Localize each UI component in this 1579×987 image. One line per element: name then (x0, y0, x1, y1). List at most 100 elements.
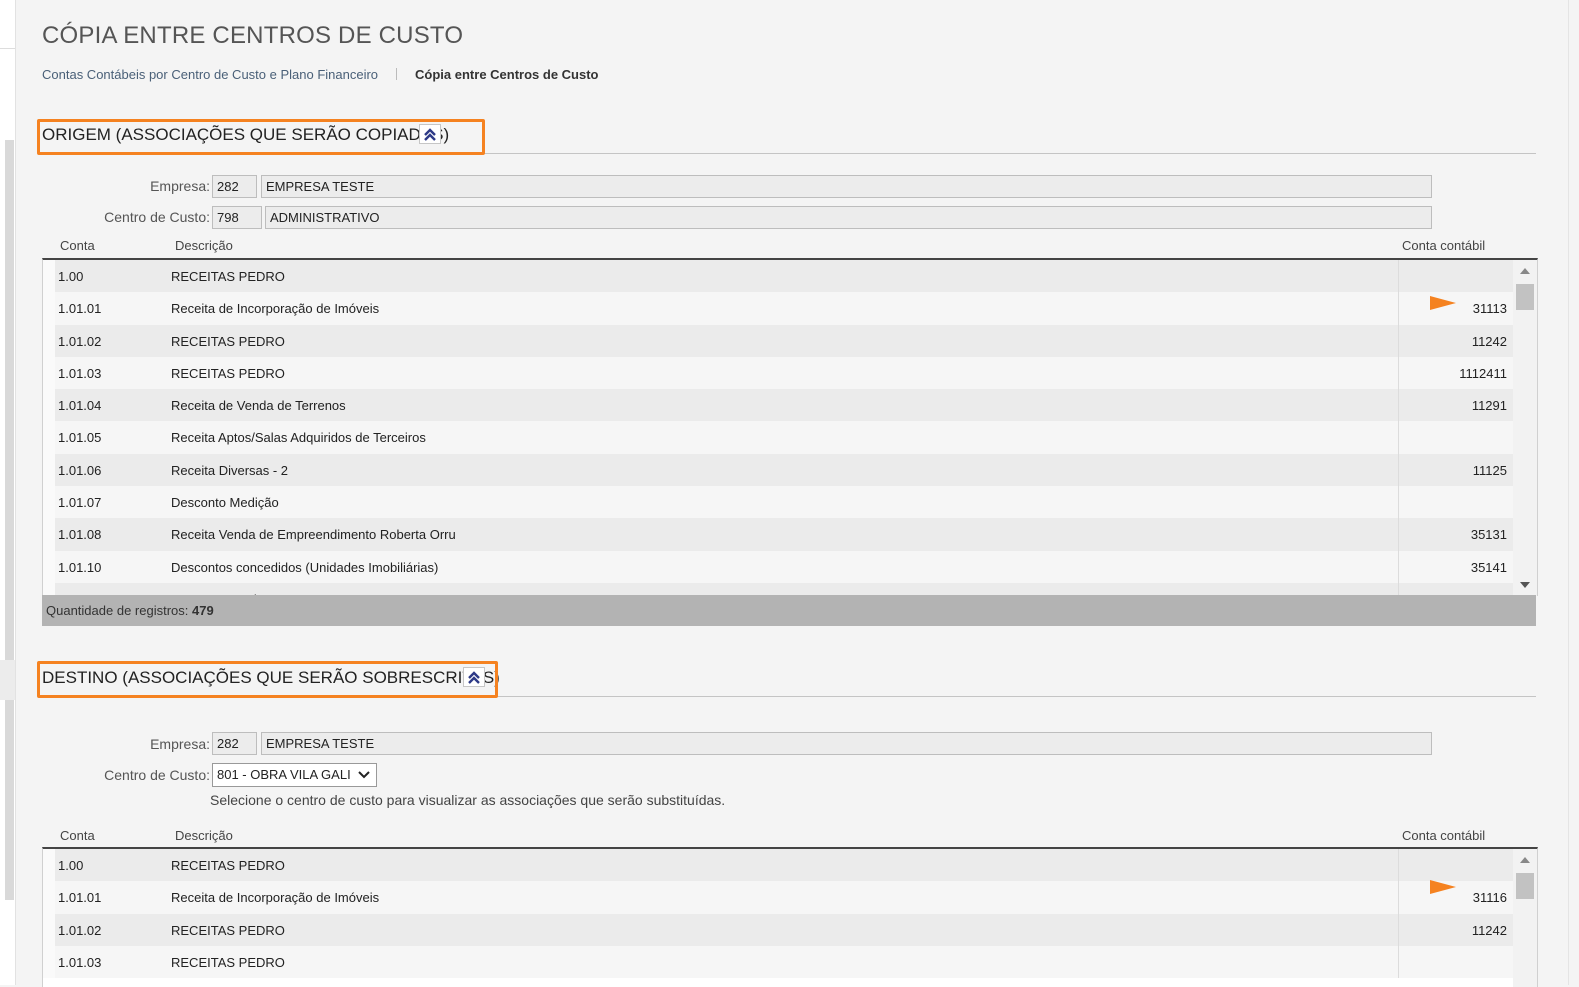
origem-empresa-code-field: 282 (212, 175, 257, 198)
row-indicator (43, 849, 55, 882)
destino-col-descricao[interactable]: Descrição (175, 828, 233, 843)
row-indicator (43, 945, 55, 979)
breadcrumb-current: Cópia entre Centros de Custo (415, 67, 599, 82)
column-divider (1398, 389, 1399, 422)
origem-rows: 1.00 RECEITAS PEDRO 1.01.01 Receita de Inco… (43, 260, 1537, 596)
column-divider (1398, 453, 1399, 487)
breadcrumb: Contas Contábeis por Centro de Custo e P… (42, 67, 599, 82)
cell-conta-contabil: 11125 (1472, 462, 1507, 478)
cell-conta: 1.01.10 (58, 559, 102, 575)
origem-col-conta[interactable]: Conta (60, 238, 95, 253)
table-row[interactable]: 1.01.03 RECEITAS PEDRO 1112411 (43, 356, 1537, 390)
destino-arrow-pointer-icon (1430, 880, 1456, 894)
destino-empresa-code-field: 282 (212, 732, 257, 755)
cell-descricao: Receita de Incorporação de Imóveis (171, 301, 380, 317)
table-row[interactable]: 1.00 RECEITAS PEDRO (43, 260, 1537, 293)
destino-col-conta[interactable]: Conta (60, 828, 95, 843)
destino-centro-selected-value: 801 - OBRA VILA GALI (217, 767, 351, 782)
origem-col-descricao[interactable]: Descrição (175, 238, 233, 253)
destino-empresa-label: Empresa: (150, 736, 210, 752)
table-row[interactable]: 1.01.03 RECEITAS PEDRO (43, 945, 1537, 979)
cell-conta: 1.01.08 (58, 527, 102, 543)
cell-conta: 1.01.05 (58, 430, 102, 446)
row-indicator (43, 324, 55, 357)
origem-highlight-frame (37, 119, 485, 155)
cell-conta-contabil: 11291 (1471, 398, 1507, 414)
destino-grid: 1.00 RECEITAS PEDRO 1.01.01 Receita de Inco… (42, 847, 1538, 987)
table-row[interactable]: 1.01.04 Receita de Venda de Terrenos 11291 (43, 389, 1537, 422)
scroll-thumb[interactable] (1516, 873, 1534, 899)
cell-conta-contabil: 1112411 (1459, 365, 1507, 381)
table-row[interactable]: 1.01.07 Desconto Medição (43, 486, 1537, 519)
table-row[interactable]: 1.01.08 Receita Venda de Empreendimento R… (43, 518, 1537, 551)
cell-conta: 1.01.03 (58, 365, 102, 381)
row-indicator (43, 389, 55, 422)
cell-descricao: Desconto Medição (171, 495, 279, 511)
sidebar-divider (0, 48, 15, 49)
cell-descricao: Receita Aptos/Salas Adquiridos de Tercei… (171, 430, 426, 446)
scroll-up-icon[interactable] (1520, 268, 1530, 274)
origem-col-conta-contabil[interactable]: Conta contábil (1402, 238, 1485, 253)
cell-conta-contabil: 11242 (1471, 922, 1507, 938)
column-divider (1398, 945, 1399, 979)
cell-conta: 1.00 (58, 269, 84, 284)
cell-conta: 1.00 (58, 858, 84, 873)
cell-descricao: RECEITAS PEDRO (171, 858, 285, 873)
cell-conta: 1.01.06 (58, 462, 102, 478)
cell-conta: 1.01.07 (58, 495, 102, 511)
cell-conta-contabil: 11242 (1471, 333, 1507, 349)
cell-conta-contabil: 35141 (1470, 559, 1507, 575)
row-indicator (43, 292, 55, 325)
table-row[interactable]: 1.01.01 Receita de Incorporação de Imóvei… (43, 881, 1537, 914)
cell-descricao: Receita Diversas - 2 (171, 462, 289, 478)
table-row[interactable]: 1.00 RECEITAS PEDRO (43, 849, 1537, 882)
table-row[interactable]: 1.01.05 Receita Aptos/Salas Adquiridos de… (43, 421, 1537, 454)
row-indicator (43, 550, 55, 583)
cell-descricao: Receita de Incorporação de Imóveis (171, 890, 380, 906)
table-row[interactable]: 1.01.06 Receita Diversas - 2 11125 (43, 453, 1537, 487)
column-divider (1398, 486, 1399, 519)
cell-conta-contabil: 35131 (1470, 527, 1507, 543)
cell-conta: 1.01.01 (58, 890, 102, 906)
destino-highlight-frame (37, 661, 498, 698)
destino-col-conta-contabil[interactable]: Conta contábil (1402, 828, 1485, 843)
scroll-down-icon[interactable] (1520, 582, 1530, 588)
cell-descricao: RECEITAS PEDRO (171, 333, 285, 349)
cell-conta: 1.01.02 (58, 333, 102, 349)
origem-footer: Quantidade de registros: 479 (42, 595, 1536, 626)
right-divider (1568, 0, 1569, 985)
cell-conta: 1.01.01 (58, 301, 102, 317)
origem-empresa-name-field: EMPRESA TESTE (261, 175, 1432, 198)
cell-descricao: RECEITAS PEDRO (171, 954, 285, 970)
sidebar-scrollbar[interactable] (5, 140, 14, 900)
table-row[interactable]: 1.01.10 Descontos concedidos (Unidades Im… (43, 550, 1537, 583)
table-row[interactable]: 1.01.02 RECEITAS PEDRO 11242 (43, 324, 1537, 357)
column-divider (1398, 881, 1399, 914)
origem-centro-label: Centro de Custo: (104, 209, 210, 225)
cell-conta: 1.01.03 (58, 954, 102, 970)
cell-descricao: Descontos concedidos (Unidades Imobiliár… (171, 559, 439, 575)
breadcrumb-link-contas[interactable]: Contas Contábeis por Centro de Custo e P… (42, 67, 378, 82)
page-title: CÓPIA ENTRE CENTROS DE CUSTO (42, 22, 464, 49)
table-row[interactable]: 1.01.01 Receita de Incorporação de Imóvei… (43, 292, 1537, 325)
row-indicator (43, 518, 55, 551)
sidebar-handle[interactable] (0, 660, 15, 700)
destino-hint-text: Selecione o centro de custo para visuali… (210, 792, 726, 808)
origem-empresa-label: Empresa: (150, 178, 210, 194)
row-indicator (43, 881, 55, 914)
destino-centro-select[interactable]: 801 - OBRA VILA GALI (212, 763, 377, 787)
scroll-thumb[interactable] (1516, 284, 1534, 310)
column-divider (1398, 260, 1399, 293)
destino-empresa-name-field: EMPRESA TESTE (261, 732, 1432, 755)
scroll-up-icon[interactable] (1520, 857, 1530, 863)
row-indicator (43, 356, 55, 390)
column-divider (1398, 324, 1399, 357)
table-row[interactable]: 1.01.02 RECEITAS PEDRO 11242 (43, 913, 1537, 946)
destino-grid-scrollbar[interactable] (1513, 849, 1537, 987)
cell-conta: 1.01.02 (58, 922, 102, 938)
column-divider (1398, 849, 1399, 882)
origem-grid-scrollbar[interactable] (1513, 260, 1537, 596)
cell-descricao: RECEITAS PEDRO (171, 365, 285, 381)
origem-record-count: Quantidade de registros: 479 (46, 603, 214, 618)
breadcrumb-separator (396, 68, 398, 80)
